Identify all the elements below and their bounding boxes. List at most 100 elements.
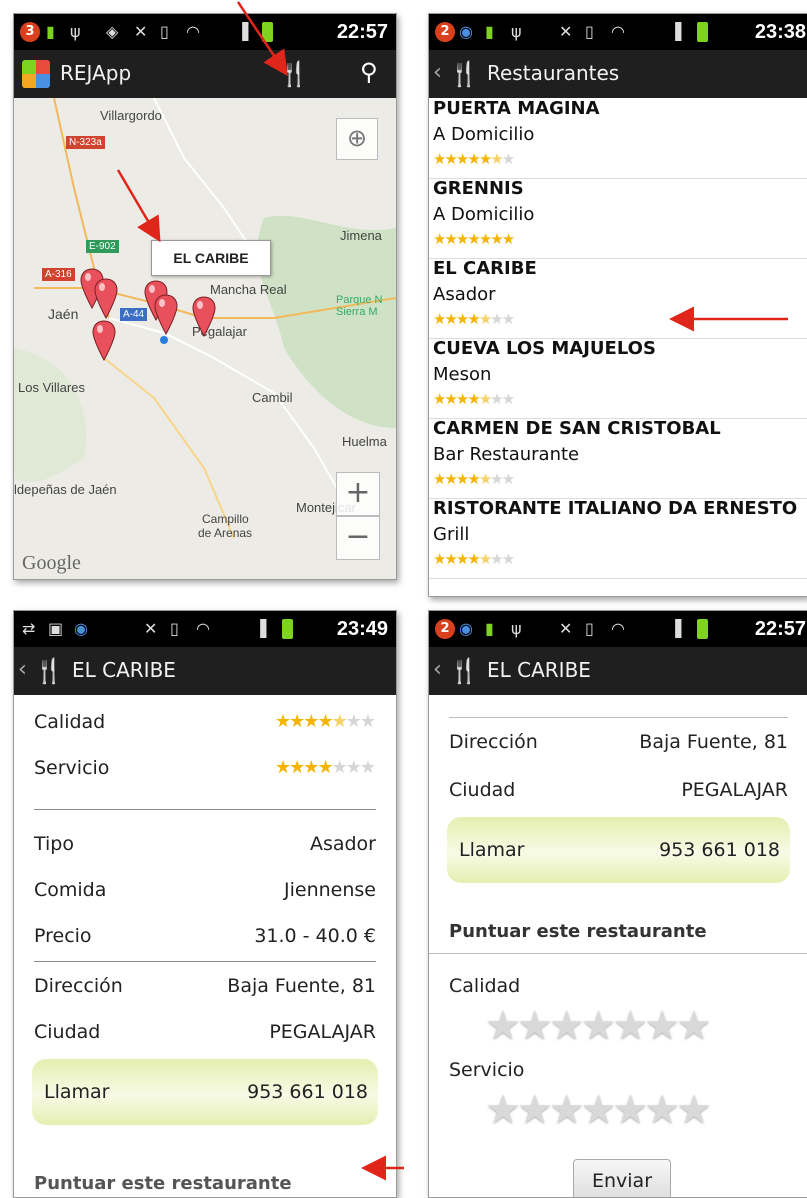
mute-icon: ✕	[559, 619, 573, 638]
star-full-icon: ★	[289, 711, 305, 732]
list-item[interactable]: RISTORANTE ITALIANO DA ERNESTO Grill ★★★…	[429, 498, 807, 579]
servicio-rating-input[interactable]: ★★★★★★★	[485, 1087, 712, 1133]
action-bar: ‹ 🍴 EL CARIBE	[429, 647, 807, 695]
restaurant-name: GRENNIS	[433, 178, 524, 199]
star-full-icon: ★	[275, 757, 291, 778]
direccion-label: Dirección	[449, 731, 538, 753]
star-full-icon: ★	[455, 470, 470, 488]
zoom-out-button[interactable]: −	[336, 516, 380, 560]
map-label-los-villares: Los Villares	[18, 380, 85, 395]
rating-stars: ★★★★★★★	[433, 310, 515, 328]
star-full-icon: ★	[289, 757, 305, 778]
app-logo-icon	[22, 60, 50, 88]
signal-icon: ▐	[669, 22, 682, 41]
star-full-icon: ★	[467, 150, 481, 168]
direccion-row: Dirección Baja Fuente, 81	[14, 963, 396, 1011]
star-empty-icon: ★	[345, 711, 362, 732]
restaurant-name: PUERTA MAGINA	[433, 98, 600, 119]
star-full-icon: ★	[467, 310, 481, 328]
status-bar: 3 ▮ ψ ◈ ✕ ▯ ◠ ▐ 22:57	[14, 14, 396, 50]
action-bar: REJApp 🍴 ⚲	[14, 50, 396, 98]
list-item[interactable]: CARMEN DE SAN CRISTOBAL Bar Restaurante …	[429, 418, 807, 499]
my-location-button[interactable]: ⊕	[336, 118, 378, 160]
location-pin-icon[interactable]: ⚲	[360, 58, 378, 86]
wifi-icon: ◠	[186, 22, 200, 41]
ciudad-row: Ciudad PEGALAJAR	[14, 1009, 396, 1057]
battery-icon	[262, 22, 273, 42]
clock: 23:38	[754, 21, 806, 43]
action-bar: ‹ 🍴 EL CARIBE	[14, 647, 396, 695]
calidad-rating-input[interactable]: ★★★★★★★	[485, 1003, 712, 1049]
map-pin[interactable]	[154, 294, 178, 336]
direccion-value: Baja Fuente, 81	[639, 731, 788, 753]
enviar-button[interactable]: Enviar	[573, 1159, 671, 1197]
list-item[interactable]: EL CARIBE Asador ★★★★★★★	[429, 258, 807, 339]
star-full-icon: ★	[275, 711, 291, 732]
restaurants-fork-knife-icon[interactable]: 🍴	[279, 60, 309, 88]
star-empty-icon: ★	[359, 757, 376, 778]
vibrate-icon: ▯	[160, 22, 169, 41]
status-bar: 2 ◉ ▮ ψ ✕ ▯ ◠ ▐ 22:57	[429, 611, 807, 647]
fork-knife-icon: 🍴	[34, 657, 64, 685]
servicio-row: Servicio ★★★★★★★	[14, 745, 396, 793]
ciudad-value: PEGALAJAR	[681, 779, 788, 801]
list-item[interactable]: CUEVA LOS MAJUELOS Meson ★★★★★★★	[429, 338, 807, 419]
star-full-icon: ★	[444, 230, 458, 248]
rating-stars: ★★★★★★★	[433, 150, 515, 168]
divider	[34, 961, 376, 962]
restaurant-name: CARMEN DE SAN CRISTOBAL	[433, 418, 721, 439]
map-pin[interactable]	[92, 320, 116, 362]
back-chevron-icon[interactable]: ‹	[18, 657, 27, 682]
servicio-label: Servicio	[34, 757, 110, 779]
star-full-icon: ★	[501, 230, 516, 248]
list-item[interactable]: GRENNIS A Domicilio ★★★★★★★	[429, 178, 807, 259]
calidad-rating-stars: ★★★★★★★	[275, 711, 376, 732]
star-full-icon: ★	[478, 230, 493, 248]
servicio-label: Servicio	[449, 1059, 525, 1081]
phone-number: 953 661 018	[247, 1081, 368, 1103]
clock: 22:57	[754, 618, 806, 640]
battery-icon	[697, 619, 708, 639]
screen-restaurant-detail: ⇄ ▣ ◉ ✕ ▯ ◠ ▐ 23:49 ‹ 🍴 EL CARIBE Calida…	[13, 610, 397, 1198]
tipo-row: Tipo Asador	[14, 821, 396, 869]
map-label-parque: Parque N	[336, 294, 383, 306]
battery-icon	[697, 22, 708, 42]
list-item[interactable]: PUERTA MAGINA A Domicilio ★★★★★★★	[429, 98, 807, 179]
phone-number: 953 661 018	[659, 839, 780, 861]
map-view[interactable]: Villargordo Jimena Jaén Mancha Real Pega…	[14, 98, 396, 579]
star-empty-icon: ★	[331, 757, 348, 778]
signal-arrows-icon: ⇄	[22, 619, 36, 638]
zoom-in-button[interactable]: +	[336, 472, 380, 516]
back-chevron-icon[interactable]: ‹	[433, 60, 442, 85]
mute-icon: ✕	[144, 619, 158, 638]
star-full-icon: ★	[478, 150, 493, 168]
star-full-icon: ★	[444, 470, 458, 488]
star-full-icon: ★	[444, 310, 458, 328]
restaurant-type: Grill	[433, 524, 470, 545]
wifi-icon: ◠	[196, 619, 210, 638]
map-label-mancha-real: Mancha Real	[210, 282, 287, 297]
star-empty-icon: ★	[359, 711, 376, 732]
back-chevron-icon[interactable]: ‹	[433, 657, 442, 682]
calidad-row: Calidad ★★★★★★★	[14, 699, 396, 747]
map-pin[interactable]	[94, 278, 118, 320]
calidad-label: Calidad	[34, 711, 106, 733]
vibrate-icon: ▯	[585, 22, 594, 41]
status-bar: 2 ◉ ▮ ψ ✕ ▯ ◠ ▐ 23:38	[429, 14, 807, 50]
screen-rate-restaurant: 2 ◉ ▮ ψ ✕ ▯ ◠ ▐ 22:57 ‹ 🍴 EL CARIBE Dire…	[428, 610, 807, 1198]
call-button[interactable]: Llamar 953 661 018	[32, 1059, 378, 1125]
rating-stars: ★★★★★★★	[433, 390, 515, 408]
rate-section-title: Puntuar este restaurante	[34, 1173, 292, 1194]
map-pin-el-caribe[interactable]	[192, 296, 216, 338]
ciudad-row: Ciudad PEGALAJAR	[429, 767, 807, 815]
star-full-icon: ★	[433, 470, 447, 488]
mute-icon: ✕	[134, 22, 148, 41]
star-full-icon: ★	[467, 470, 481, 488]
battery-full-icon: ▮	[46, 22, 55, 41]
call-button[interactable]: Llamar 953 661 018	[447, 817, 790, 883]
star-empty-icon: ★	[490, 470, 504, 488]
wifi-icon: ◠	[611, 22, 625, 41]
map-callout-el-caribe[interactable]: EL CARIBE	[151, 240, 271, 276]
map-label-valdepenas: ldepeñas de Jaén	[14, 482, 117, 497]
star-full-icon: ★	[433, 230, 447, 248]
